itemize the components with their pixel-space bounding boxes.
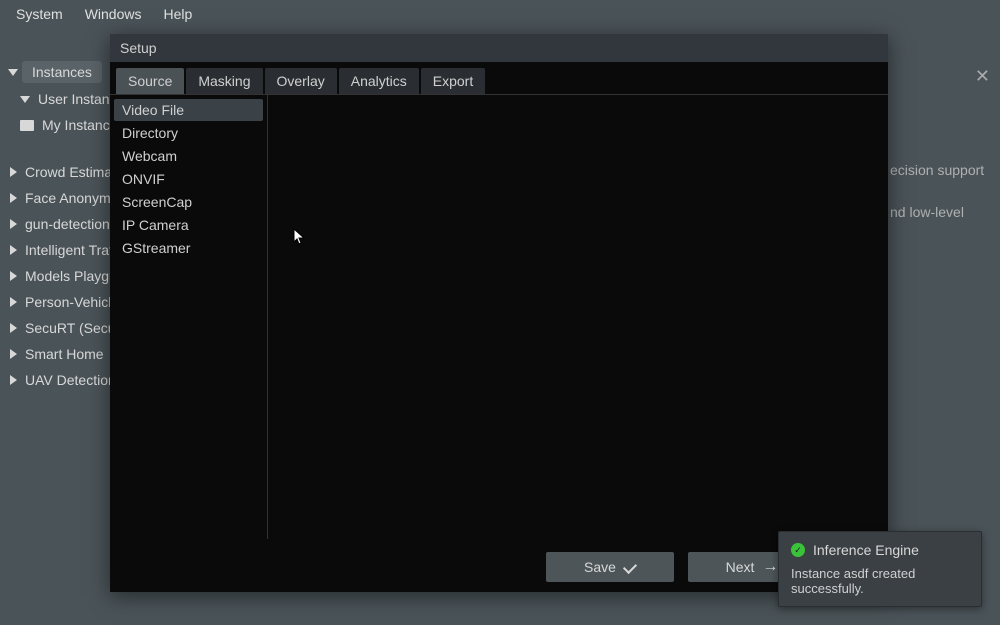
toast-notification: ✓ Inference Engine Instance asdf created…	[778, 531, 982, 607]
tab-overlay[interactable]: Overlay	[265, 68, 337, 94]
modal-titlebar: Setup	[110, 34, 888, 62]
chevron-down-icon	[20, 96, 30, 103]
source-screencap[interactable]: ScreenCap	[114, 191, 263, 213]
check-icon	[623, 560, 637, 574]
folder-icon	[20, 120, 34, 131]
setup-modal: Setup Source Masking Overlay Analytics E…	[110, 34, 888, 592]
menubar: System Windows Help	[0, 0, 1000, 28]
tab-export[interactable]: Export	[421, 68, 485, 94]
source-webcam[interactable]: Webcam	[114, 145, 263, 167]
modal-tabs: Source Masking Overlay Analytics Export	[110, 62, 888, 95]
save-button-label: Save	[584, 559, 616, 575]
toast-message: Instance asdf created successfully.	[791, 566, 969, 596]
source-onvif[interactable]: ONVIF	[114, 168, 263, 190]
menu-system[interactable]: System	[6, 2, 73, 26]
play-icon	[10, 219, 17, 229]
modal-body: Video File Directory Webcam ONVIF Screen…	[110, 95, 888, 539]
modal-content-area	[268, 95, 888, 539]
tab-source[interactable]: Source	[116, 68, 184, 94]
play-icon	[10, 245, 17, 255]
play-icon	[10, 193, 17, 203]
chevron-down-icon[interactable]	[8, 69, 18, 76]
play-icon	[10, 323, 17, 333]
source-directory[interactable]: Directory	[114, 122, 263, 144]
sidebar-item-label: gun-detection	[25, 216, 110, 232]
next-button-label: Next	[726, 559, 755, 575]
source-ip-camera[interactable]: IP Camera	[114, 214, 263, 236]
sidebar-item-label: UAV Detection	[25, 372, 116, 388]
source-list: Video File Directory Webcam ONVIF Screen…	[110, 95, 268, 539]
tab-analytics[interactable]: Analytics	[339, 68, 419, 94]
play-icon	[10, 167, 17, 177]
instances-tab[interactable]: Instances	[22, 61, 102, 83]
close-icon[interactable]: ✕	[975, 66, 990, 87]
arrow-right-icon: →	[762, 558, 778, 576]
toast-title: Inference Engine	[813, 542, 919, 558]
sidebar-item-label: Person-Vehicle	[25, 294, 119, 310]
tab-masking[interactable]: Masking	[186, 68, 262, 94]
success-icon: ✓	[791, 543, 805, 557]
source-video-file[interactable]: Video File	[114, 99, 263, 121]
menu-help[interactable]: Help	[153, 2, 202, 26]
play-icon	[10, 271, 17, 281]
play-icon	[10, 297, 17, 307]
menu-windows[interactable]: Windows	[75, 2, 152, 26]
modal-title: Setup	[120, 40, 157, 56]
play-icon	[10, 375, 17, 385]
play-icon	[10, 349, 17, 359]
bg-description-fragment: ecision support nd low-level	[890, 160, 990, 223]
toast-header: ✓ Inference Engine	[791, 542, 969, 558]
sidebar-item-label: Smart Home	[25, 346, 104, 362]
save-button[interactable]: Save	[546, 552, 674, 582]
source-gstreamer[interactable]: GStreamer	[114, 237, 263, 259]
